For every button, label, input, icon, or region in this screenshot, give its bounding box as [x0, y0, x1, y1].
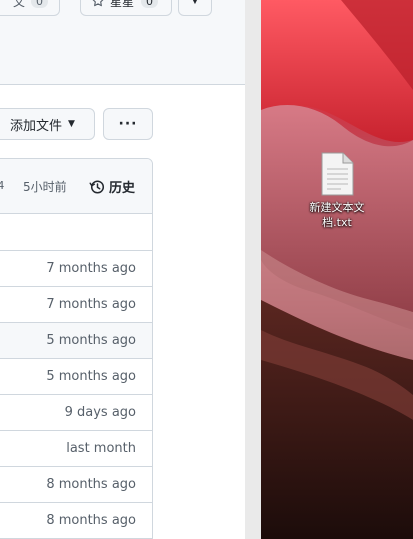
file-age: 5 months ago — [46, 333, 136, 348]
text-file-icon — [321, 152, 354, 196]
add-file-button[interactable]: 添加文件 ▼ — [0, 108, 95, 140]
star-label: 星星 — [110, 0, 135, 9]
window-border — [245, 0, 261, 539]
caret-down-icon: ▼ — [68, 119, 75, 129]
repo-header: 文 0 星星 0 ▼ — [0, 0, 245, 85]
history-label: 历史 — [109, 181, 136, 196]
browser-page: 文 0 星星 0 ▼ 添加文件 ▼ ··· 04 5小时前 — [0, 0, 245, 539]
watch-count: 0 — [31, 0, 49, 8]
desktop-icon-label-line2: 档.txt — [322, 216, 352, 229]
table-row[interactable]: 5 months ago — [0, 359, 152, 395]
table-row[interactable]: 5 months ago — [0, 323, 152, 359]
commit-sha[interactable]: 04 — [0, 179, 4, 192]
history-icon — [89, 179, 105, 194]
file-age: 9 days ago — [64, 405, 136, 420]
table-row[interactable]: 9 days ago — [0, 395, 152, 431]
commit-time: 5小时前 — [23, 180, 67, 194]
chevron-down-icon: ▼ — [191, 0, 199, 6]
table-row[interactable]: 7 months ago — [0, 251, 152, 287]
file-age: 8 months ago — [46, 513, 136, 528]
kebab-horizontal-icon: ··· — [118, 116, 138, 132]
star-icon — [92, 0, 104, 7]
star-dropdown-button[interactable]: ▼ — [178, 0, 212, 16]
parent-dir-row[interactable] — [0, 214, 152, 251]
table-row[interactable]: 8 months ago — [0, 467, 152, 503]
file-age: 7 months ago — [46, 297, 136, 312]
file-age: 8 months ago — [46, 477, 136, 492]
file-age: last month — [66, 441, 136, 456]
history-link[interactable]: 历史 — [89, 177, 135, 196]
star-count: 0 — [141, 0, 159, 8]
table-row[interactable]: 7 months ago — [0, 287, 152, 323]
desktop-icon-text-file[interactable]: 新建文本文 档.txt — [283, 152, 391, 230]
more-options-button[interactable]: ··· — [103, 108, 153, 140]
table-row[interactable]: last month — [0, 431, 152, 467]
star-button[interactable]: 星星 0 — [80, 0, 172, 16]
add-file-label: 添加文件 — [10, 118, 63, 134]
watch-button[interactable]: 文 0 — [0, 0, 60, 16]
desktop-icon-label-line1: 新建文本文 — [309, 201, 365, 214]
file-age: 7 months ago — [46, 261, 136, 276]
table-row[interactable]: 8 months ago — [0, 503, 152, 539]
desktop-wallpaper: 新建文本文 档.txt — [261, 0, 413, 539]
latest-commit-bar: 04 5小时前 历史 — [0, 159, 152, 214]
file-age: 5 months ago — [46, 369, 136, 384]
wallpaper-art — [261, 0, 413, 539]
watch-label: 文 — [13, 0, 26, 9]
desktop-icon-label: 新建文本文 档.txt — [283, 200, 391, 230]
file-list: 04 5小时前 历史 7 months ago 7 months ago 5 m… — [0, 158, 153, 539]
